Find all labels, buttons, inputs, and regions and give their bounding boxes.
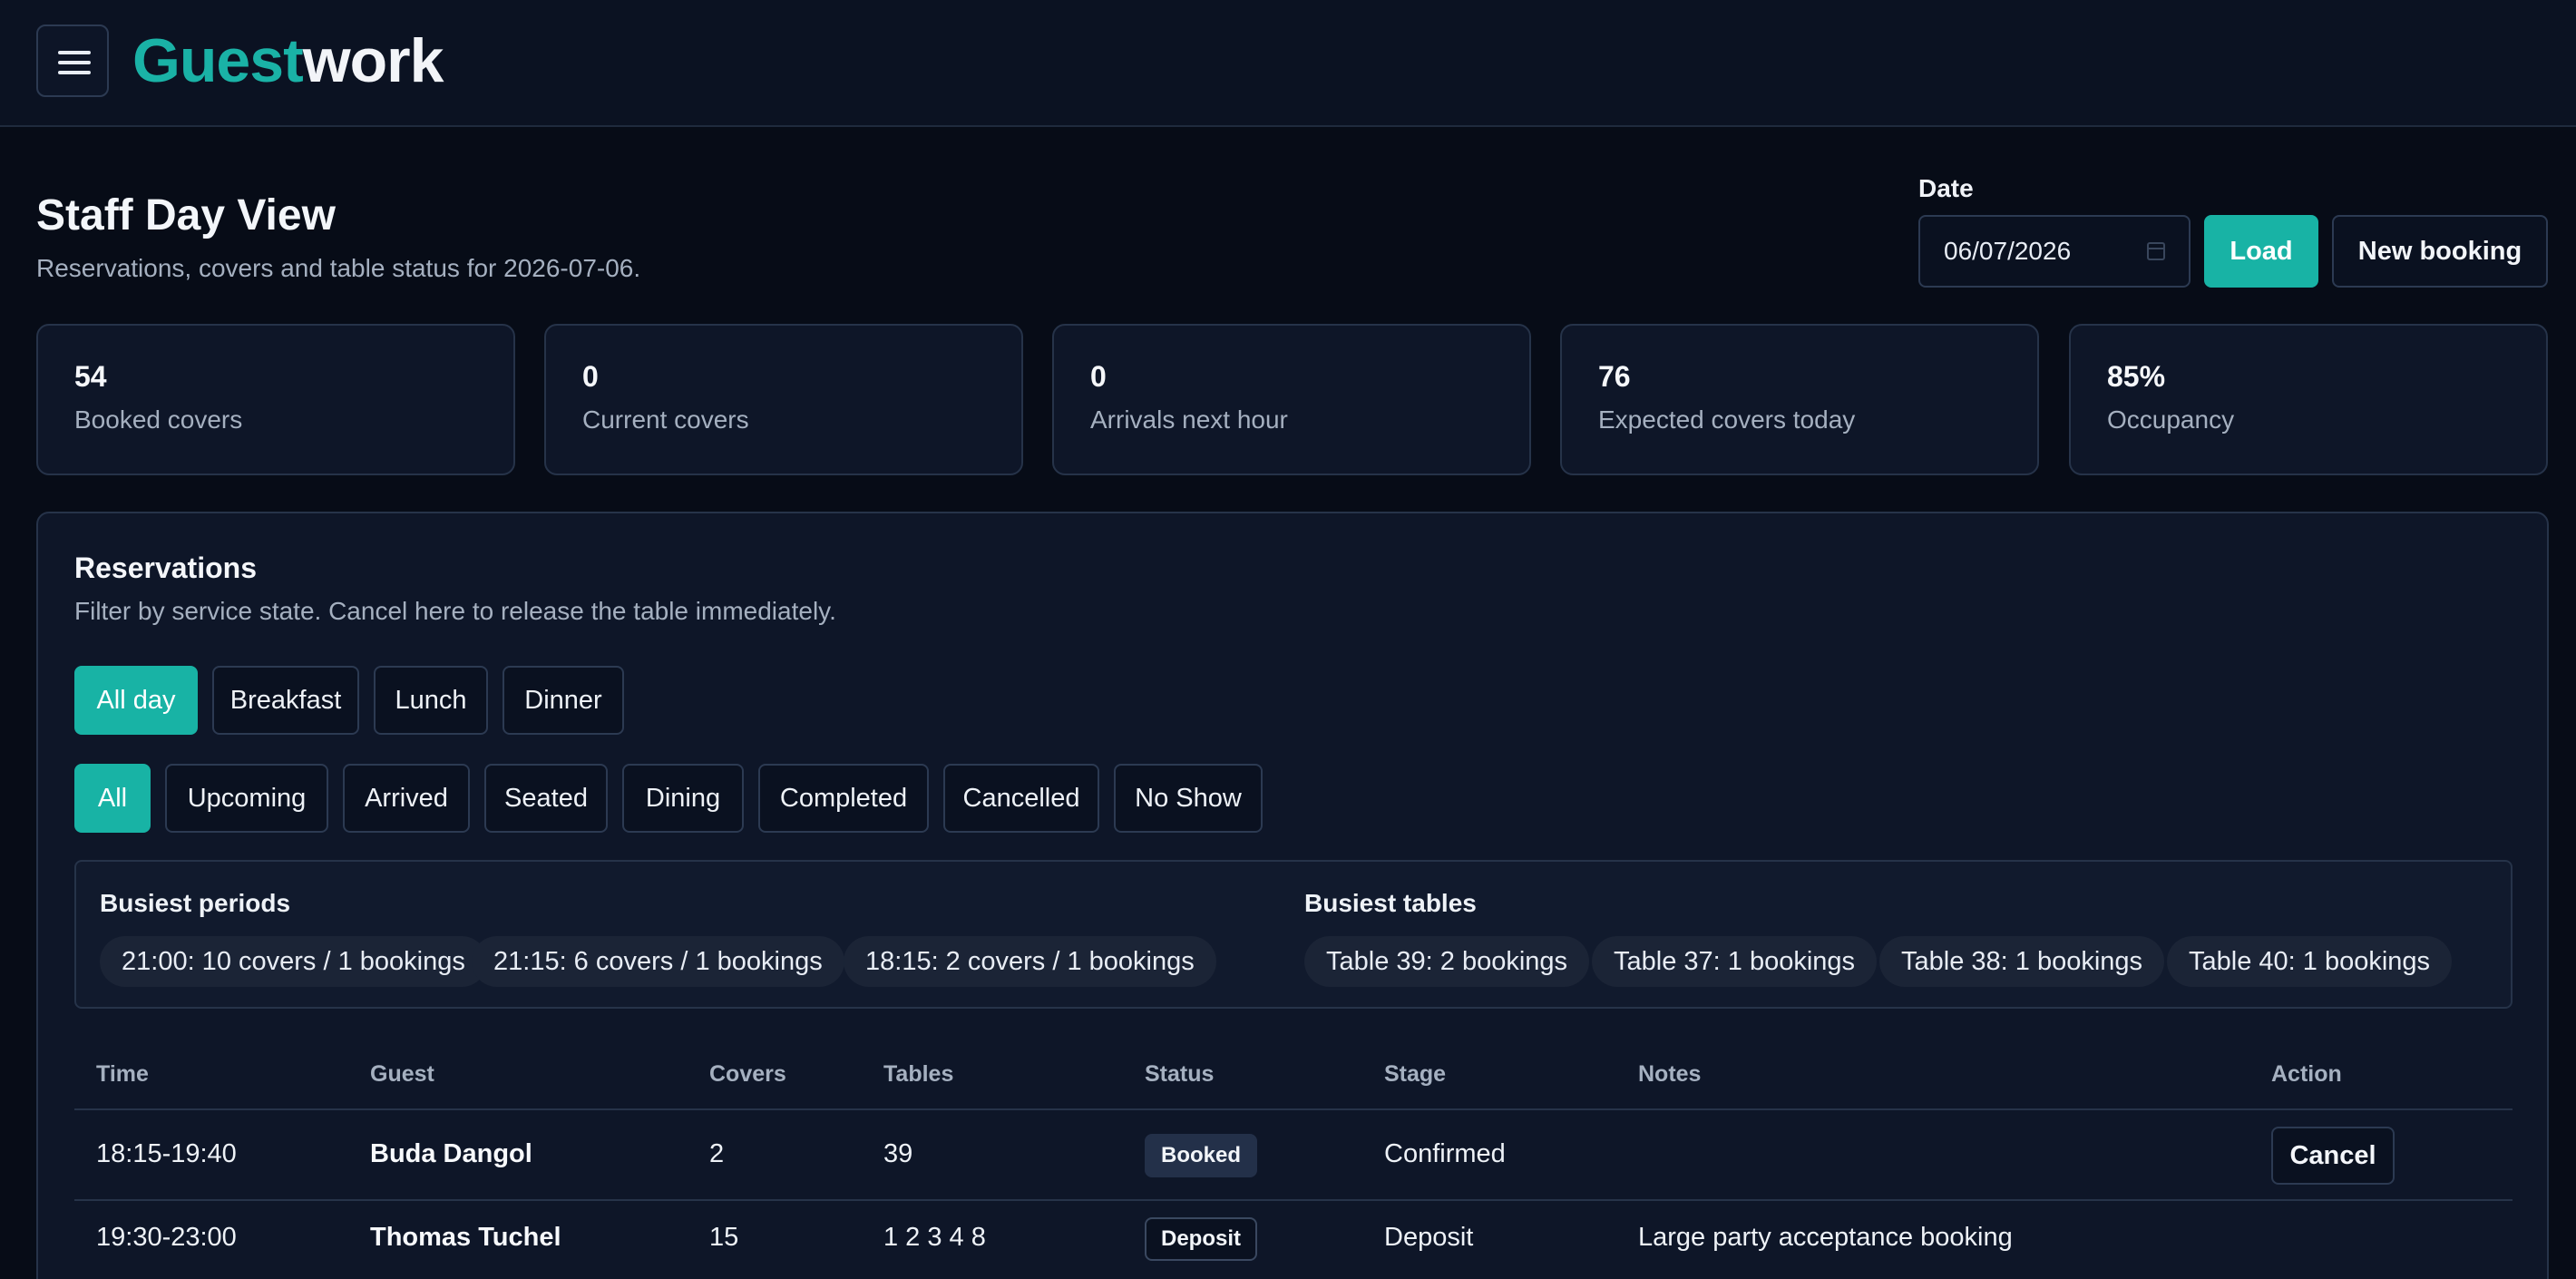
- page-title: Staff Day View: [36, 191, 336, 239]
- reservations-subtitle: Filter by service state. Cancel here to …: [74, 597, 836, 625]
- status-filter-dining[interactable]: Dining: [622, 764, 744, 833]
- row-time: 18:15-19:40: [96, 1139, 237, 1168]
- busiest-period-pill: 18:15: 2 covers / 1 bookings: [844, 936, 1216, 987]
- busiest-table-pill: Table 37: 1 bookings: [1592, 936, 1878, 987]
- row-stage: Confirmed: [1384, 1139, 1506, 1168]
- row-tables: 39: [883, 1139, 913, 1168]
- date-label: Date: [1918, 174, 1974, 202]
- menu-line: [58, 71, 91, 74]
- status-filter-all[interactable]: All: [74, 764, 151, 833]
- stat-label: Booked covers: [74, 405, 243, 434]
- status-filter-arrived[interactable]: Arrived: [343, 764, 470, 833]
- busiest-table-pill: Table 40: 1 bookings: [2167, 936, 2453, 987]
- status-filter-cancelled[interactable]: Cancelled: [943, 764, 1099, 833]
- stat-card-arrivals-next-hour: 0 Arrivals next hour: [1052, 324, 1531, 475]
- hamburger-menu-icon[interactable]: [36, 24, 109, 97]
- table-divider: [74, 1108, 2513, 1110]
- row-stage: Deposit: [1384, 1223, 1474, 1252]
- stat-card-current-covers: 0 Current covers: [544, 324, 1023, 475]
- column-header-action: Action: [2271, 1061, 2342, 1087]
- row-notes: Large party acceptance booking: [1638, 1223, 2013, 1252]
- busiest-period-pill: 21:15: 6 covers / 1 bookings: [472, 936, 844, 987]
- service-filter-breakfast[interactable]: Breakfast: [212, 666, 359, 735]
- load-button[interactable]: Load: [2204, 215, 2318, 288]
- logo-part-1: Guest: [132, 26, 304, 95]
- column-header-notes: Notes: [1638, 1061, 1702, 1087]
- status-badge: Booked: [1145, 1134, 1258, 1177]
- top-bar: Guestwork: [0, 0, 2576, 127]
- menu-line: [58, 61, 91, 64]
- busiest-periods-title: Busiest periods: [100, 889, 291, 917]
- stat-value: 54: [74, 360, 107, 393]
- column-header-covers: Covers: [709, 1061, 786, 1087]
- status-filter-no-show[interactable]: No Show: [1114, 764, 1263, 833]
- column-header-tables: Tables: [883, 1061, 954, 1087]
- row-guest: Thomas Tuchel: [370, 1223, 561, 1252]
- app-logo[interactable]: Guestwork: [132, 22, 444, 100]
- stat-label: Arrivals next hour: [1090, 405, 1288, 434]
- service-filter-dinner[interactable]: Dinner: [503, 666, 624, 735]
- date-input[interactable]: 06/07/2026: [1918, 215, 2191, 288]
- column-header-guest: Guest: [370, 1061, 434, 1087]
- stat-value: 76: [1598, 360, 1631, 393]
- column-header-status: Status: [1145, 1061, 1215, 1087]
- reservations-panel: Reservations Filter by service state. Ca…: [36, 512, 2549, 1279]
- page-subtitle: Reservations, covers and table status fo…: [36, 254, 641, 282]
- stat-label: Occupancy: [2107, 405, 2235, 434]
- row-tables: 1 2 3 4 8: [883, 1223, 986, 1252]
- stat-card-booked-covers: 54 Booked covers: [36, 324, 515, 475]
- stat-card-occupancy: 85% Occupancy: [2069, 324, 2548, 475]
- column-header-time: Time: [96, 1061, 149, 1087]
- date-value: 06/07/2026: [1944, 237, 2072, 265]
- busiest-table-pill: Table 39: 2 bookings: [1304, 936, 1590, 987]
- stat-label: Current covers: [582, 405, 749, 434]
- status-filter-completed[interactable]: Completed: [758, 764, 929, 833]
- table-divider: [74, 1199, 2513, 1201]
- stat-value: 85%: [2107, 360, 2166, 393]
- busiest-period-pill: 21:00: 10 covers / 1 bookings: [100, 936, 487, 987]
- row-covers: 2: [709, 1139, 725, 1168]
- busiest-tables-title: Busiest tables: [1304, 889, 1477, 917]
- status-badge: Deposit: [1145, 1217, 1258, 1261]
- stat-card-expected-covers: 76 Expected covers today: [1560, 324, 2039, 475]
- row-time: 19:30-23:00: [96, 1223, 237, 1252]
- stat-value: 0: [1090, 360, 1107, 393]
- calendar-icon[interactable]: [2147, 242, 2165, 260]
- insights-box: Busiest periods 21:00: 10 covers / 1 boo…: [74, 860, 2513, 1009]
- column-header-stage: Stage: [1384, 1061, 1447, 1087]
- service-filter-all-day[interactable]: All day: [74, 666, 198, 735]
- row-covers: 15: [709, 1223, 739, 1252]
- row-guest: Buda Dangol: [370, 1139, 532, 1168]
- logo-part-2: work: [302, 26, 444, 95]
- cancel-booking-button[interactable]: Cancel: [2271, 1127, 2395, 1185]
- stat-label: Expected covers today: [1598, 405, 1856, 434]
- stat-value: 0: [582, 360, 599, 393]
- status-filter-upcoming[interactable]: Upcoming: [165, 764, 328, 833]
- busiest-table-pill: Table 38: 1 bookings: [1879, 936, 2165, 987]
- status-filter-seated[interactable]: Seated: [484, 764, 608, 833]
- reservations-title: Reservations: [74, 552, 257, 584]
- menu-line: [58, 51, 91, 54]
- service-filter-lunch[interactable]: Lunch: [374, 666, 488, 735]
- new-booking-button[interactable]: New booking: [2332, 215, 2548, 288]
